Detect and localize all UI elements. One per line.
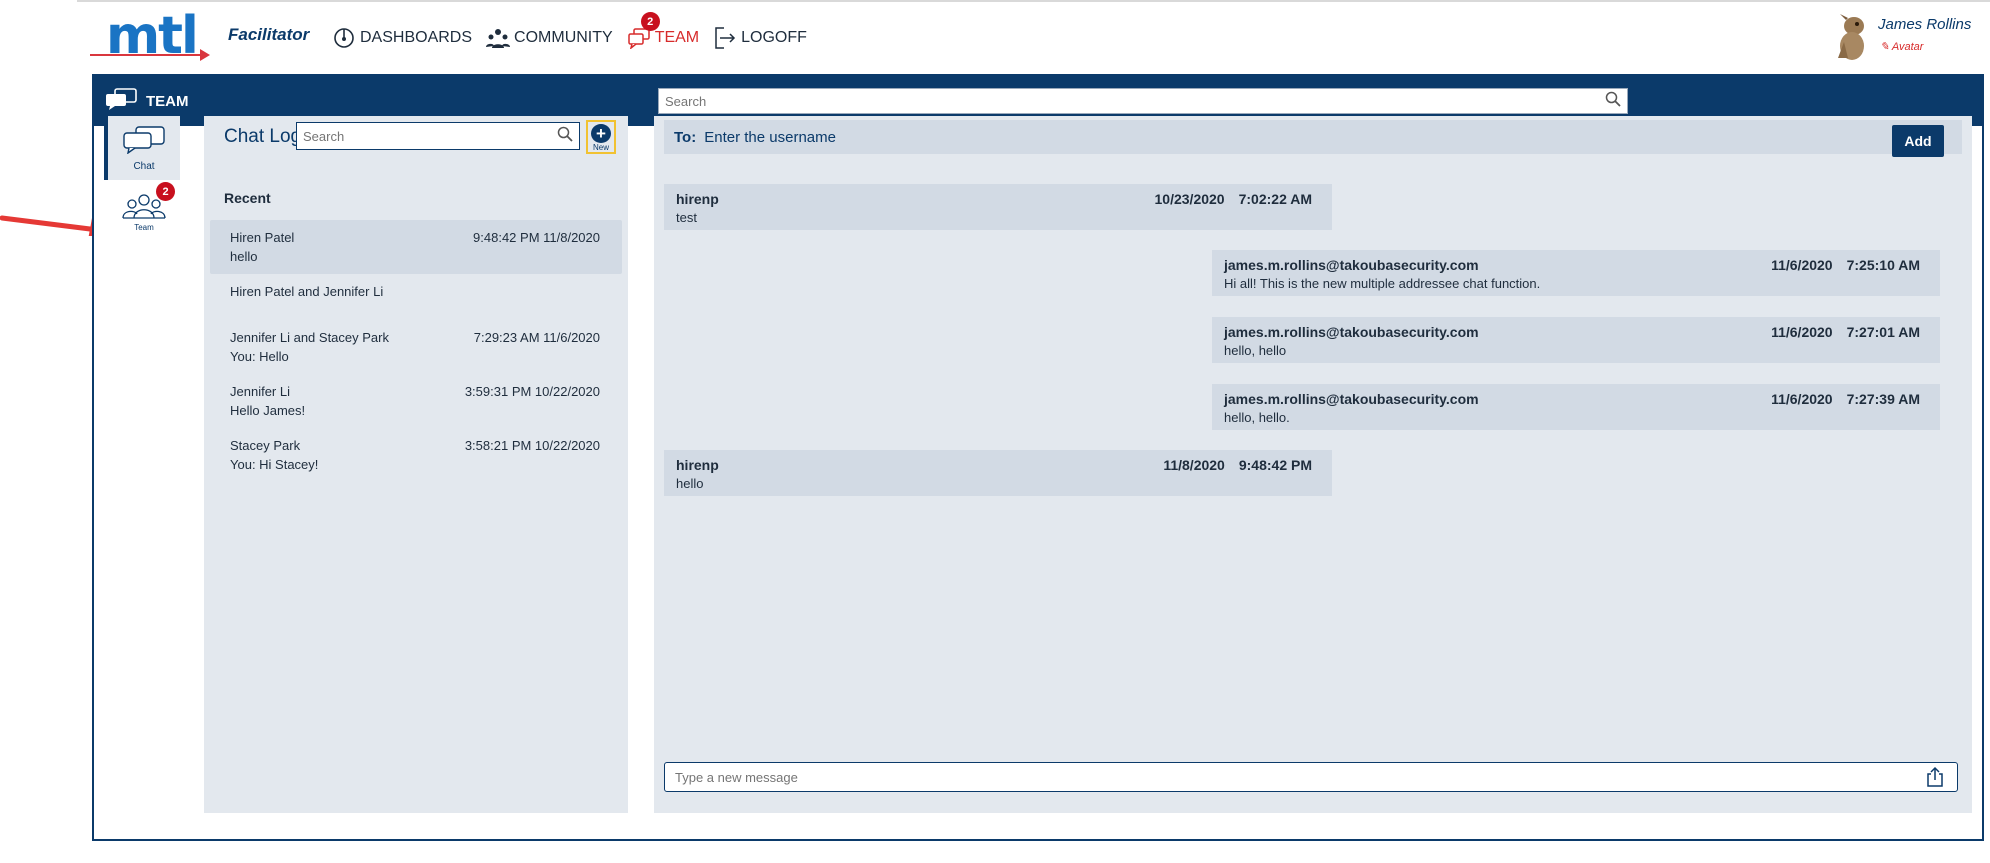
chat-log-item[interactable]: Stacey Park 3:58:21 PM 10/22/2020 You: H… — [210, 428, 622, 482]
main-nav: DASHBOARDS COMMUNITY 2 TEAM LOGOFF — [332, 12, 807, 50]
conversation-panel: To: Add hirenp 10/23/20207:02:22 AM test… — [654, 116, 1972, 813]
chat-log-panel: Chat Log + New Recent Hiren Patel 9:48:4… — [204, 116, 628, 813]
dashboard-icon — [332, 26, 356, 50]
team-notification-badge: 2 — [640, 12, 660, 31]
rail-team-button[interactable]: Team 2 — [120, 182, 175, 236]
plus-icon: + — [591, 124, 611, 143]
recipient-input[interactable] — [704, 128, 1305, 146]
chat-log-item[interactable]: Hiren Patel 9:48:42 PM 11/8/2020 hello — [210, 220, 622, 274]
message-date: 11/6/2020 — [1771, 391, 1833, 407]
logo-arrow-icon — [200, 49, 210, 61]
nav-community[interactable]: COMMUNITY — [486, 26, 613, 50]
message-timestamp: 11/6/2020 7:27:39 AM — [1771, 389, 1920, 409]
user-name[interactable]: James Rollins — [1878, 16, 1971, 33]
side-rail: Chat Team 2 — [104, 116, 180, 232]
message-timestamp: 11/8/2020 9:48:42 PM — [1163, 455, 1312, 475]
nav-logoff-label: LOGOFF — [741, 29, 807, 46]
nav-dashboards[interactable]: DASHBOARDS — [332, 26, 472, 50]
global-search[interactable] — [658, 88, 1628, 114]
recipient-label: To: — [674, 128, 697, 146]
search-icon[interactable] — [1605, 91, 1621, 112]
chat-log-search-input[interactable] — [303, 128, 557, 144]
message-time: 7:27:39 AM — [1846, 391, 1920, 407]
mtl-logo[interactable]: mtl — [90, 6, 215, 66]
message-date: 11/6/2020 — [1771, 324, 1833, 340]
chat-log-item-time: 3:58:21 PM 10/22/2020 — [464, 438, 600, 453]
message-timestamp: 10/23/2020 7:02:22 AM — [1155, 189, 1312, 209]
search-icon[interactable] — [557, 126, 573, 147]
chat-log-item-message: Hello James! — [230, 403, 306, 418]
new-chat-label: New — [592, 143, 609, 152]
message-date: 11/6/2020 — [1771, 257, 1833, 273]
message-input[interactable] — [675, 769, 1923, 785]
new-chat-button[interactable]: + New — [586, 120, 616, 154]
toolbar-title-text: TEAM — [146, 92, 189, 110]
message-bubble: hirenp 10/23/2020 7:02:22 AM test — [664, 184, 1332, 230]
message-bubble: james.m.rollins@takoubasecurity.com 11/6… — [1212, 250, 1940, 296]
rail-chat-label: Chat — [133, 161, 155, 172]
message-timestamp: 11/6/2020 7:27:01 AM — [1771, 322, 1920, 342]
add-recipient-button[interactable]: Add — [1892, 125, 1944, 157]
nav-logoff[interactable]: LOGOFF — [713, 26, 807, 50]
recent-heading: Recent — [224, 190, 271, 206]
message-text: hello, hello — [1224, 343, 1287, 358]
chat-bubbles-icon — [104, 88, 138, 114]
user-menu[interactable]: James Rollins ✎ Avatar — [1830, 12, 1980, 64]
global-search-input[interactable] — [665, 93, 1605, 109]
message-text: hello — [676, 476, 704, 491]
chat-log-item-message: You: Hi Stacey! — [230, 457, 319, 472]
chat-log-list: Hiren Patel 9:48:42 PM 11/8/2020 hello H… — [210, 220, 622, 482]
message-bubble: hirenp 11/8/2020 9:48:42 PM hello — [664, 450, 1332, 496]
message-time: 7:02:22 AM — [1238, 191, 1312, 207]
message-time: 7:27:01 AM — [1846, 324, 1920, 340]
chat-log-item-time: 7:29:23 AM 11/6/2020 — [473, 330, 600, 345]
edit-avatar-link[interactable]: ✎ Avatar — [1880, 40, 1923, 53]
logo-underline — [90, 54, 202, 56]
nav-community-label: COMMUNITY — [514, 29, 613, 46]
chat-log-search[interactable] — [296, 122, 580, 150]
message-text: test — [676, 210, 697, 225]
chat-log-item-name: Hiren Patel and Jennifer Li — [230, 284, 384, 299]
message-composer — [664, 762, 1958, 792]
avatar[interactable] — [1830, 12, 1874, 62]
chat-log-title: Chat Log — [224, 126, 302, 147]
logo-text: mtl — [106, 6, 199, 66]
recipient-row: To: Add — [664, 120, 1962, 157]
logoff-icon — [713, 26, 737, 50]
nav-team[interactable]: 2 TEAM — [627, 12, 700, 50]
chat-log-item-message: You: Hello — [230, 349, 289, 364]
header-divider — [77, 0, 1990, 2]
chat-log-item[interactable]: Jennifer Li 3:59:31 PM 10/22/2020 Hello … — [210, 374, 622, 428]
team-rail-badge: 2 — [156, 182, 175, 201]
user-role: Facilitator — [228, 25, 310, 44]
chat-icon — [122, 126, 166, 159]
nav-dashboards-label: DASHBOARDS — [360, 29, 473, 46]
message-text: hello, hello. — [1224, 410, 1290, 425]
rail-chat-button[interactable]: Chat — [104, 116, 180, 180]
chat-log-item-time: 9:48:42 PM 11/8/2020 — [473, 230, 600, 245]
community-icon — [486, 26, 511, 50]
rail-team-label: Team — [134, 223, 154, 232]
message-time: 9:48:42 PM — [1238, 457, 1312, 473]
message-timestamp: 11/6/2020 7:25:10 AM — [1771, 255, 1920, 275]
send-icon[interactable] — [1923, 765, 1947, 789]
pencil-icon: ✎ — [1880, 41, 1890, 53]
nav-team-label: TEAM — [654, 29, 700, 46]
chat-log-item-time: 3:59:31 PM 10/22/2020 — [464, 384, 600, 399]
edit-avatar-label: Avatar — [1891, 41, 1924, 53]
message-text: Hi all! This is the new multiple address… — [1224, 276, 1541, 291]
chat-log-item[interactable]: Hiren Patel and Jennifer Li — [210, 274, 622, 320]
message-date: 10/23/2020 — [1154, 191, 1225, 207]
message-bubble: james.m.rollins@takoubasecurity.com 11/6… — [1212, 384, 1940, 430]
message-time: 7:25:10 AM — [1846, 257, 1920, 273]
message-bubble: james.m.rollins@takoubasecurity.com 11/6… — [1212, 317, 1940, 363]
toolbar-title: TEAM — [104, 88, 189, 114]
chat-log-item[interactable]: Jennifer Li and Stacey Park 7:29:23 AM 1… — [210, 320, 622, 374]
message-date: 11/8/2020 — [1163, 457, 1225, 473]
chat-log-item-message: hello — [230, 249, 258, 264]
team-frame: TEAM Chat Team 2 Chat Log — [92, 74, 1984, 841]
